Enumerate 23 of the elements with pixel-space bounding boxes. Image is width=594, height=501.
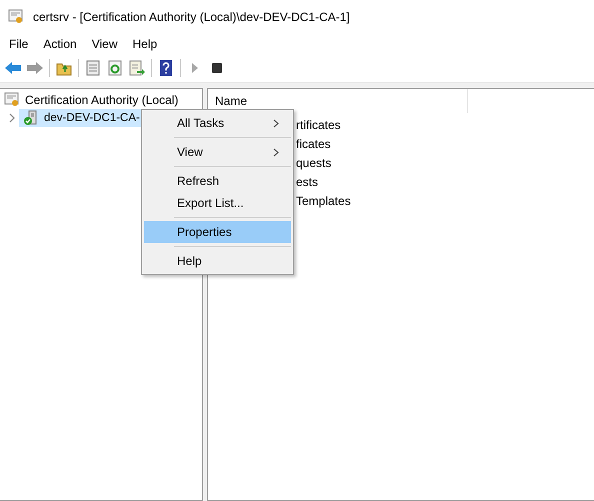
expand-caret-icon[interactable] — [8, 113, 16, 123]
back-icon — [4, 59, 22, 77]
refresh-icon — [106, 59, 124, 77]
help-icon — [157, 59, 175, 77]
context-menu-item[interactable]: Export List... — [144, 192, 291, 214]
certificate-icon — [8, 8, 24, 24]
properties-icon — [84, 59, 102, 77]
tree-item[interactable]: dev-DEV-DC1-CA- — [19, 109, 144, 127]
window-title: certsrv - [Certification Authority (Local)\dev-DEV-DC1-CA-1] — [33, 10, 350, 24]
context-menu-item[interactable]: Refresh — [144, 170, 291, 192]
context-menu-item[interactable]: Help — [144, 250, 291, 272]
context-menu-item[interactable]: View — [144, 141, 291, 163]
menu-item[interactable]: Action — [37, 34, 83, 52]
menu-item[interactable]: File — [3, 34, 34, 52]
context-menu-item[interactable]: All Tasks — [144, 112, 291, 134]
certificate-icon — [4, 92, 20, 108]
tree-item[interactable]: Certification Authority (Local) — [0, 91, 202, 109]
server-check-icon — [23, 110, 39, 126]
menu-item[interactable]: View — [86, 34, 124, 52]
menu-item[interactable]: Help — [126, 34, 164, 52]
context-menu-item[interactable]: Properties — [144, 221, 291, 243]
export-icon — [128, 59, 146, 77]
forward-icon — [26, 59, 44, 77]
